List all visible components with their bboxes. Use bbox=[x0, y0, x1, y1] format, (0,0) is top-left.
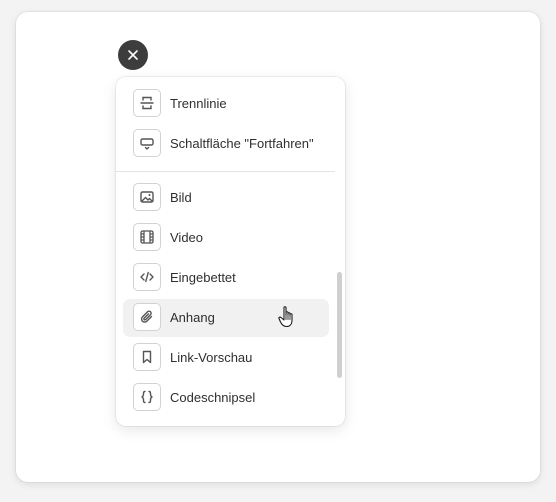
menu-item-label: Video bbox=[170, 230, 204, 245]
divider-icon bbox=[133, 89, 161, 117]
paperclip-icon bbox=[133, 303, 161, 331]
close-button[interactable] bbox=[118, 40, 148, 70]
insert-block-menu: Trennlinie Schaltfläche "Fortfahren" Bil… bbox=[116, 77, 345, 426]
close-icon bbox=[128, 50, 138, 60]
menu-item-label: Trennlinie bbox=[170, 96, 227, 111]
video-icon bbox=[133, 223, 161, 251]
button-icon bbox=[133, 129, 161, 157]
menu-item-label: Link-Vorschau bbox=[170, 350, 253, 365]
menu-item-video[interactable]: Video bbox=[123, 219, 329, 257]
menu-item-link-preview[interactable]: Link-Vorschau bbox=[123, 339, 329, 377]
menu-item-attachment[interactable]: Anhang bbox=[123, 299, 329, 337]
code-embed-icon bbox=[133, 263, 161, 291]
menu-item-continue-button[interactable]: Schaltfläche "Fortfahren" bbox=[123, 125, 329, 163]
menu-scrollbar[interactable] bbox=[337, 272, 342, 378]
menu-item-label: Schaltfläche "Fortfahren" bbox=[170, 136, 314, 151]
bookmark-icon bbox=[133, 343, 161, 371]
menu-item-divider[interactable]: Trennlinie bbox=[123, 85, 329, 123]
menu-item-embed[interactable]: Eingebettet bbox=[123, 259, 329, 297]
menu-item-code-snippet[interactable]: Codeschnipsel bbox=[123, 379, 329, 417]
menu-item-label: Codeschnipsel bbox=[170, 390, 256, 405]
image-icon bbox=[133, 183, 161, 211]
menu-divider bbox=[116, 171, 335, 172]
menu-item-image[interactable]: Bild bbox=[123, 179, 329, 217]
braces-icon bbox=[133, 383, 161, 411]
menu-item-label: Eingebettet bbox=[170, 270, 236, 285]
menu-item-label: Bild bbox=[170, 190, 192, 205]
menu-item-label: Anhang bbox=[170, 310, 215, 325]
hand-cursor-icon bbox=[278, 305, 298, 329]
